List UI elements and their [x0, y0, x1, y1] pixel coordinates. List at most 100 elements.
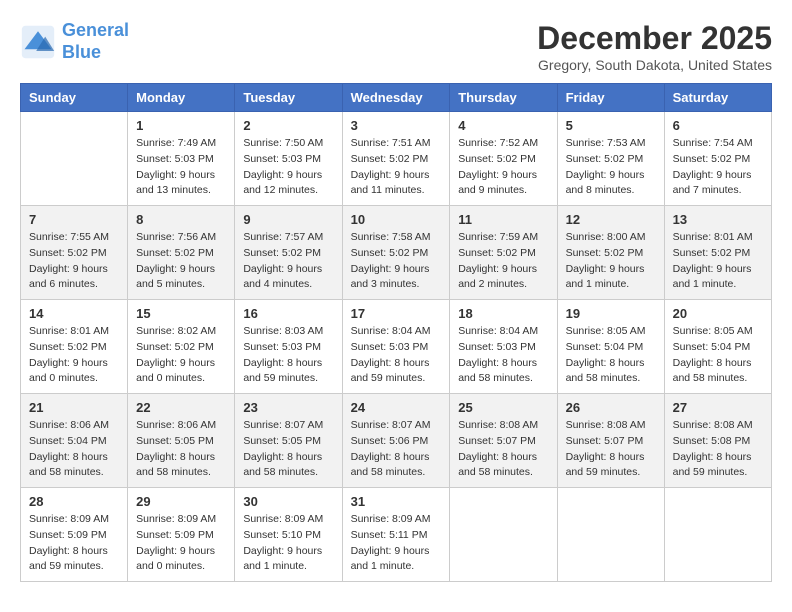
day-info: Sunrise: 7:53 AMSunset: 5:02 PMDaylight:… [566, 136, 656, 199]
day-info: Sunrise: 8:09 AMSunset: 5:09 PMDaylight:… [136, 512, 226, 575]
day-number: 9 [243, 212, 333, 227]
day-cell: 26 Sunrise: 8:08 AMSunset: 5:07 PMDayligh… [557, 394, 664, 488]
week-row-5: 28 Sunrise: 8:09 AMSunset: 5:09 PMDayligh… [21, 488, 772, 582]
day-info: Sunrise: 8:01 AMSunset: 5:02 PMDaylight:… [29, 324, 119, 387]
location: Gregory, South Dakota, United States [537, 57, 772, 73]
day-cell: 20 Sunrise: 8:05 AMSunset: 5:04 PMDayligh… [664, 300, 771, 394]
day-number: 5 [566, 118, 656, 133]
day-info: Sunrise: 7:54 AMSunset: 5:02 PMDaylight:… [673, 136, 763, 199]
day-number: 29 [136, 494, 226, 509]
day-number: 7 [29, 212, 119, 227]
day-number: 30 [243, 494, 333, 509]
day-number: 6 [673, 118, 763, 133]
day-number: 4 [458, 118, 548, 133]
day-info: Sunrise: 7:59 AMSunset: 5:02 PMDaylight:… [458, 230, 548, 293]
day-cell: 28 Sunrise: 8:09 AMSunset: 5:09 PMDayligh… [21, 488, 128, 582]
week-row-4: 21 Sunrise: 8:06 AMSunset: 5:04 PMDayligh… [21, 394, 772, 488]
day-cell: 15 Sunrise: 8:02 AMSunset: 5:02 PMDayligh… [128, 300, 235, 394]
column-header-monday: Monday [128, 84, 235, 112]
week-row-3: 14 Sunrise: 8:01 AMSunset: 5:02 PMDayligh… [21, 300, 772, 394]
day-info: Sunrise: 8:08 AMSunset: 5:07 PMDaylight:… [566, 418, 656, 481]
day-number: 26 [566, 400, 656, 415]
day-info: Sunrise: 8:07 AMSunset: 5:06 PMDaylight:… [351, 418, 442, 481]
day-cell: 29 Sunrise: 8:09 AMSunset: 5:09 PMDayligh… [128, 488, 235, 582]
day-number: 22 [136, 400, 226, 415]
day-info: Sunrise: 7:58 AMSunset: 5:02 PMDaylight:… [351, 230, 442, 293]
day-cell: 7 Sunrise: 7:55 AMSunset: 5:02 PMDaylight… [21, 206, 128, 300]
day-number: 10 [351, 212, 442, 227]
day-info: Sunrise: 8:09 AMSunset: 5:09 PMDaylight:… [29, 512, 119, 575]
day-number: 13 [673, 212, 763, 227]
day-number: 23 [243, 400, 333, 415]
column-header-thursday: Thursday [450, 84, 557, 112]
day-number: 17 [351, 306, 442, 321]
day-info: Sunrise: 7:51 AMSunset: 5:02 PMDaylight:… [351, 136, 442, 199]
day-number: 11 [458, 212, 548, 227]
day-info: Sunrise: 7:49 AMSunset: 5:03 PMDaylight:… [136, 136, 226, 199]
column-header-friday: Friday [557, 84, 664, 112]
day-info: Sunrise: 8:08 AMSunset: 5:07 PMDaylight:… [458, 418, 548, 481]
day-cell [664, 488, 771, 582]
day-number: 25 [458, 400, 548, 415]
day-info: Sunrise: 8:04 AMSunset: 5:03 PMDaylight:… [351, 324, 442, 387]
day-cell [557, 488, 664, 582]
logo-line1: General [62, 20, 129, 40]
logo-line2: Blue [62, 42, 129, 64]
day-cell: 18 Sunrise: 8:04 AMSunset: 5:03 PMDayligh… [450, 300, 557, 394]
day-cell: 11 Sunrise: 7:59 AMSunset: 5:02 PMDayligh… [450, 206, 557, 300]
day-info: Sunrise: 8:02 AMSunset: 5:02 PMDaylight:… [136, 324, 226, 387]
day-info: Sunrise: 8:06 AMSunset: 5:05 PMDaylight:… [136, 418, 226, 481]
header-row: SundayMondayTuesdayWednesdayThursdayFrid… [21, 84, 772, 112]
column-header-tuesday: Tuesday [235, 84, 342, 112]
day-number: 27 [673, 400, 763, 415]
calendar-table: SundayMondayTuesdayWednesdayThursdayFrid… [20, 83, 772, 582]
title-section: December 2025 Gregory, South Dakota, Uni… [537, 20, 772, 73]
day-info: Sunrise: 8:06 AMSunset: 5:04 PMDaylight:… [29, 418, 119, 481]
day-cell: 8Sunrise: 7:56 AMSunset: 5:02 PMDaylight… [128, 206, 235, 300]
day-cell: 4Sunrise: 7:52 AMSunset: 5:02 PMDaylight… [450, 112, 557, 206]
logo-icon [20, 24, 56, 60]
day-info: Sunrise: 7:50 AMSunset: 5:03 PMDaylight:… [243, 136, 333, 199]
day-cell: 27Sunrise: 8:08 AMSunset: 5:08 PMDayligh… [664, 394, 771, 488]
day-info: Sunrise: 8:03 AMSunset: 5:03 PMDaylight:… [243, 324, 333, 387]
day-number: 16 [243, 306, 333, 321]
column-header-saturday: Saturday [664, 84, 771, 112]
day-cell: 14 Sunrise: 8:01 AMSunset: 5:02 PMDayligh… [21, 300, 128, 394]
day-info: Sunrise: 8:01 AMSunset: 5:02 PMDaylight:… [673, 230, 763, 293]
day-cell: 9Sunrise: 7:57 AMSunset: 5:02 PMDaylight… [235, 206, 342, 300]
day-cell: 31Sunrise: 8:09 AMSunset: 5:11 PMDayligh… [342, 488, 450, 582]
day-cell: 3Sunrise: 7:51 AMSunset: 5:02 PMDaylight… [342, 112, 450, 206]
column-header-wednesday: Wednesday [342, 84, 450, 112]
day-info: Sunrise: 8:07 AMSunset: 5:05 PMDaylight:… [243, 418, 333, 481]
day-cell: 6 Sunrise: 7:54 AMSunset: 5:02 PMDaylight… [664, 112, 771, 206]
day-cell: 17 Sunrise: 8:04 AMSunset: 5:03 PMDayligh… [342, 300, 450, 394]
day-cell: 2Sunrise: 7:50 AMSunset: 5:03 PMDaylight… [235, 112, 342, 206]
day-number: 21 [29, 400, 119, 415]
day-info: Sunrise: 8:05 AMSunset: 5:04 PMDaylight:… [673, 324, 763, 387]
week-row-2: 7 Sunrise: 7:55 AMSunset: 5:02 PMDaylight… [21, 206, 772, 300]
day-number: 18 [458, 306, 548, 321]
day-number: 19 [566, 306, 656, 321]
day-number: 1 [136, 118, 226, 133]
day-number: 14 [29, 306, 119, 321]
logo: General Blue [20, 20, 129, 63]
column-header-sunday: Sunday [21, 84, 128, 112]
day-cell: 24Sunrise: 8:07 AMSunset: 5:06 PMDayligh… [342, 394, 450, 488]
day-cell: 25 Sunrise: 8:08 AMSunset: 5:07 PMDayligh… [450, 394, 557, 488]
day-info: Sunrise: 8:05 AMSunset: 5:04 PMDaylight:… [566, 324, 656, 387]
month-title: December 2025 [537, 20, 772, 57]
day-number: 12 [566, 212, 656, 227]
day-number: 15 [136, 306, 226, 321]
day-cell: 12Sunrise: 8:00 AMSunset: 5:02 PMDayligh… [557, 206, 664, 300]
day-info: Sunrise: 8:04 AMSunset: 5:03 PMDaylight:… [458, 324, 548, 387]
day-number: 20 [673, 306, 763, 321]
day-number: 8 [136, 212, 226, 227]
day-cell: 30Sunrise: 8:09 AMSunset: 5:10 PMDayligh… [235, 488, 342, 582]
day-cell: 13 Sunrise: 8:01 AMSunset: 5:02 PMDayligh… [664, 206, 771, 300]
day-info: Sunrise: 7:55 AMSunset: 5:02 PMDaylight:… [29, 230, 119, 293]
day-number: 28 [29, 494, 119, 509]
page-header: General Blue December 2025 Gregory, Sout… [20, 20, 772, 73]
day-cell: 21 Sunrise: 8:06 AMSunset: 5:04 PMDayligh… [21, 394, 128, 488]
day-cell [21, 112, 128, 206]
day-cell: 19 Sunrise: 8:05 AMSunset: 5:04 PMDayligh… [557, 300, 664, 394]
